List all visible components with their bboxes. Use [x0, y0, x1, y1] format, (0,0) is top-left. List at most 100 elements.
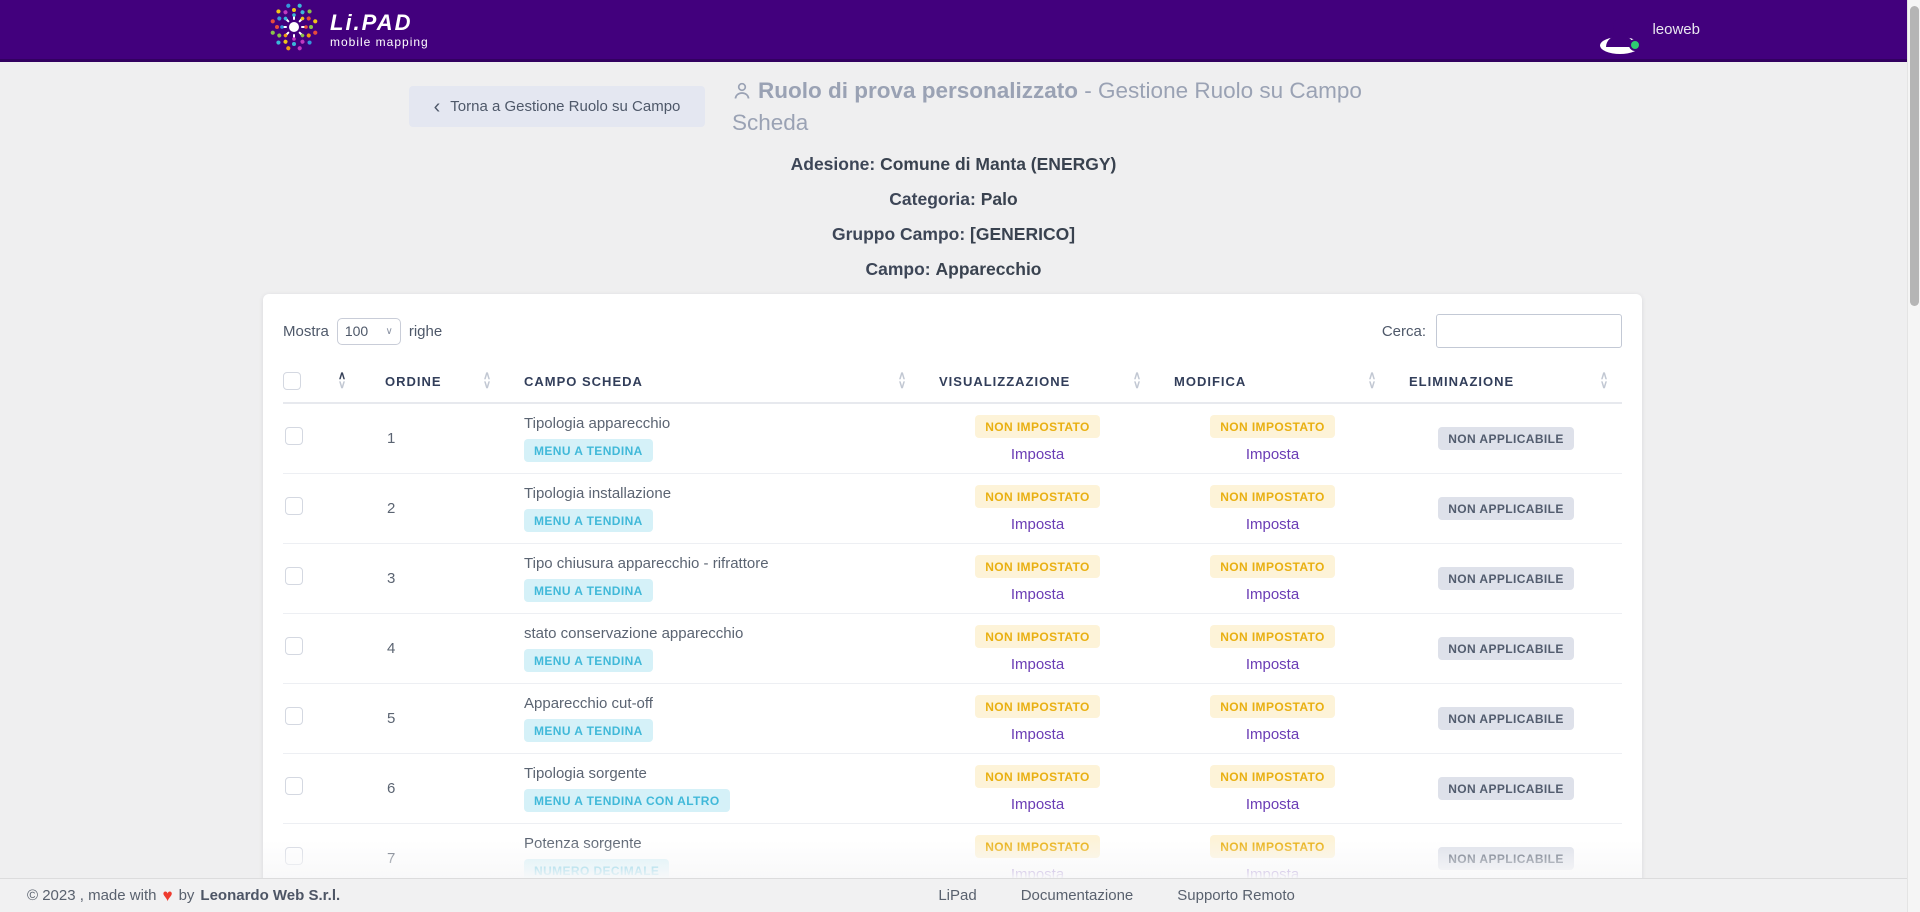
- eliminazione-cell: NON APPLICABILE: [1390, 683, 1622, 753]
- sort-icons: ∧∨: [1368, 372, 1376, 390]
- row-checkbox[interactable]: [285, 847, 303, 865]
- lipad-logo[interactable]: Li.PAD mobile mapping: [268, 1, 429, 58]
- logo-title: Li.PAD: [330, 12, 429, 34]
- modifica-cell: NON IMPOSTATO Imposta: [1155, 543, 1390, 613]
- row-checkbox[interactable]: [285, 637, 303, 655]
- field-type-badge: MENU A TENDINA: [524, 719, 653, 742]
- ordine-cell: 2: [360, 473, 505, 543]
- sort-icons: ∧∨: [1133, 372, 1141, 390]
- row-checkbox[interactable]: [285, 777, 303, 795]
- table-row: 1 Tipologia apparecchio MENU A TENDINA N…: [283, 403, 1622, 473]
- footer-link-documentazione[interactable]: Documentazione: [1021, 887, 1134, 904]
- eliminazione-status-badge: NON APPLICABILE: [1438, 637, 1574, 660]
- field-type-badge: MENU A TENDINA: [524, 509, 653, 532]
- page-length-label-before: Mostra: [283, 323, 329, 340]
- sort-icons: ∧∨: [898, 372, 906, 390]
- info-categoria: Categoria: Palo: [0, 189, 1907, 210]
- eliminazione-status-badge: NON APPLICABILE: [1438, 777, 1574, 800]
- visualizzazione-imposta-link[interactable]: Imposta: [1011, 446, 1064, 463]
- search-input[interactable]: [1436, 314, 1622, 348]
- campo-scheda-cell: Tipo chiusura apparecchio - rifrattore M…: [505, 543, 920, 613]
- campo-name: Tipologia installazione: [524, 485, 920, 502]
- fields-table: ∧∨ ORDINE ∧∨ CA: [283, 358, 1622, 878]
- campo-scheda-cell: Apparecchio cut-off MENU A TENDINA: [505, 683, 920, 753]
- modifica-cell: NON IMPOSTATO Imposta: [1155, 753, 1390, 823]
- eliminazione-status-badge: NON APPLICABILE: [1438, 847, 1574, 870]
- table-row: 5 Apparecchio cut-off MENU A TENDINA NON…: [283, 683, 1622, 753]
- modifica-status-badge: NON IMPOSTATO: [1210, 835, 1335, 858]
- modifica-imposta-link[interactable]: Imposta: [1246, 726, 1299, 743]
- modifica-status-badge: NON IMPOSTATO: [1210, 555, 1335, 578]
- modifica-imposta-link[interactable]: Imposta: [1246, 586, 1299, 603]
- page-scrollbar[interactable]: [1907, 0, 1920, 912]
- visualizzazione-imposta-link[interactable]: Imposta: [1011, 586, 1064, 603]
- table-row: 3 Tipo chiusura apparecchio - rifrattore…: [283, 543, 1622, 613]
- user-menu[interactable]: leoweb: [1600, 10, 1700, 50]
- back-button-label: Torna a Gestione Ruolo su Campo: [450, 98, 680, 115]
- copyright: © 2023 , made with ♥ by Leonardo Web S.r…: [27, 886, 340, 906]
- modifica-imposta-link[interactable]: Imposta: [1246, 656, 1299, 673]
- chevron-down-icon: ∨: [386, 326, 393, 337]
- context-info: Adesione: Comune di Manta (ENERGY) Categ…: [0, 154, 1907, 294]
- ordine-cell: 6: [360, 753, 505, 823]
- footer-link-supporto-remoto[interactable]: Supporto Remoto: [1177, 887, 1295, 904]
- info-gruppo-campo: Gruppo Campo: [GENERICO]: [0, 224, 1907, 245]
- column-visualizzazione[interactable]: VISUALIZZAZIONE ∧∨: [920, 358, 1155, 403]
- visualizzazione-cell: NON IMPOSTATO Imposta: [920, 613, 1155, 683]
- select-all-checkbox[interactable]: [283, 372, 301, 390]
- row-checkbox[interactable]: [285, 567, 303, 585]
- ordine-cell: 5: [360, 683, 505, 753]
- top-header-bar: Li.PAD mobile mapping leoweb: [0, 0, 1920, 62]
- column-modifica[interactable]: MODIFICA ∧∨: [1155, 358, 1390, 403]
- ordine-cell: 7: [360, 823, 505, 878]
- visualizzazione-imposta-link[interactable]: Imposta: [1011, 726, 1064, 743]
- modifica-imposta-link[interactable]: Imposta: [1246, 866, 1299, 879]
- eliminazione-status-badge: NON APPLICABILE: [1438, 497, 1574, 520]
- campo-scheda-cell: Potenza sorgente NUMERO DECIMALE: [505, 823, 920, 878]
- scrollbar-thumb[interactable]: [1910, 6, 1919, 306]
- username-label: leoweb: [1652, 21, 1700, 38]
- visualizzazione-imposta-link[interactable]: Imposta: [1011, 796, 1064, 813]
- row-checkbox[interactable]: [285, 427, 303, 445]
- row-checkbox[interactable]: [285, 707, 303, 725]
- ordine-cell: 4: [360, 613, 505, 683]
- column-eliminazione[interactable]: ELIMINAZIONE ∧∨: [1390, 358, 1622, 403]
- field-type-badge: MENU A TENDINA: [524, 579, 653, 602]
- table-body: 1 Tipologia apparecchio MENU A TENDINA N…: [283, 403, 1622, 878]
- chevron-left-icon: ‹: [434, 97, 441, 117]
- table-controls: Mostra 100 ∨ righe Cerca:: [263, 294, 1642, 358]
- column-campo-scheda[interactable]: CAMPO SCHEDA ∧∨: [505, 358, 920, 403]
- search-label: Cerca:: [1382, 323, 1426, 340]
- column-select-all[interactable]: ∧∨: [283, 358, 360, 403]
- page-title-role-name: Ruolo di prova personalizzato: [758, 78, 1078, 103]
- modifica-cell: NON IMPOSTATO Imposta: [1155, 613, 1390, 683]
- page-length-select[interactable]: 100 ∨: [337, 318, 401, 345]
- modifica-imposta-link[interactable]: Imposta: [1246, 446, 1299, 463]
- visualizzazione-cell: NON IMPOSTATO Imposta: [920, 473, 1155, 543]
- back-button[interactable]: ‹ Torna a Gestione Ruolo su Campo: [409, 86, 705, 127]
- avatar: [1600, 10, 1640, 50]
- table-row: 6 Tipologia sorgente MENU A TENDINA CON …: [283, 753, 1622, 823]
- lipad-starburst-icon: [268, 1, 320, 58]
- column-ordine[interactable]: ORDINE ∧∨: [360, 358, 505, 403]
- footer-link-lipad[interactable]: LiPad: [938, 887, 976, 904]
- visualizzazione-status-badge: NON IMPOSTATO: [975, 625, 1100, 648]
- eliminazione-status-badge: NON APPLICABILE: [1438, 427, 1574, 450]
- visualizzazione-cell: NON IMPOSTATO Imposta: [920, 753, 1155, 823]
- field-type-badge: MENU A TENDINA: [524, 439, 653, 462]
- campo-name: Potenza sorgente: [524, 835, 920, 852]
- visualizzazione-imposta-link[interactable]: Imposta: [1011, 656, 1064, 673]
- field-type-badge: NUMERO DECIMALE: [524, 859, 669, 879]
- eliminazione-cell: NON APPLICABILE: [1390, 753, 1622, 823]
- eliminazione-cell: NON APPLICABILE: [1390, 543, 1622, 613]
- visualizzazione-cell: NON IMPOSTATO Imposta: [920, 543, 1155, 613]
- visualizzazione-imposta-link[interactable]: Imposta: [1011, 516, 1064, 533]
- visualizzazione-imposta-link[interactable]: Imposta: [1011, 866, 1064, 879]
- modifica-cell: NON IMPOSTATO Imposta: [1155, 403, 1390, 473]
- campo-name: stato conservazione apparecchio: [524, 625, 920, 642]
- modifica-status-badge: NON IMPOSTATO: [1210, 695, 1335, 718]
- modifica-imposta-link[interactable]: Imposta: [1246, 796, 1299, 813]
- modifica-imposta-link[interactable]: Imposta: [1246, 516, 1299, 533]
- table-header-row: ∧∨ ORDINE ∧∨ CA: [283, 358, 1622, 403]
- row-checkbox[interactable]: [285, 497, 303, 515]
